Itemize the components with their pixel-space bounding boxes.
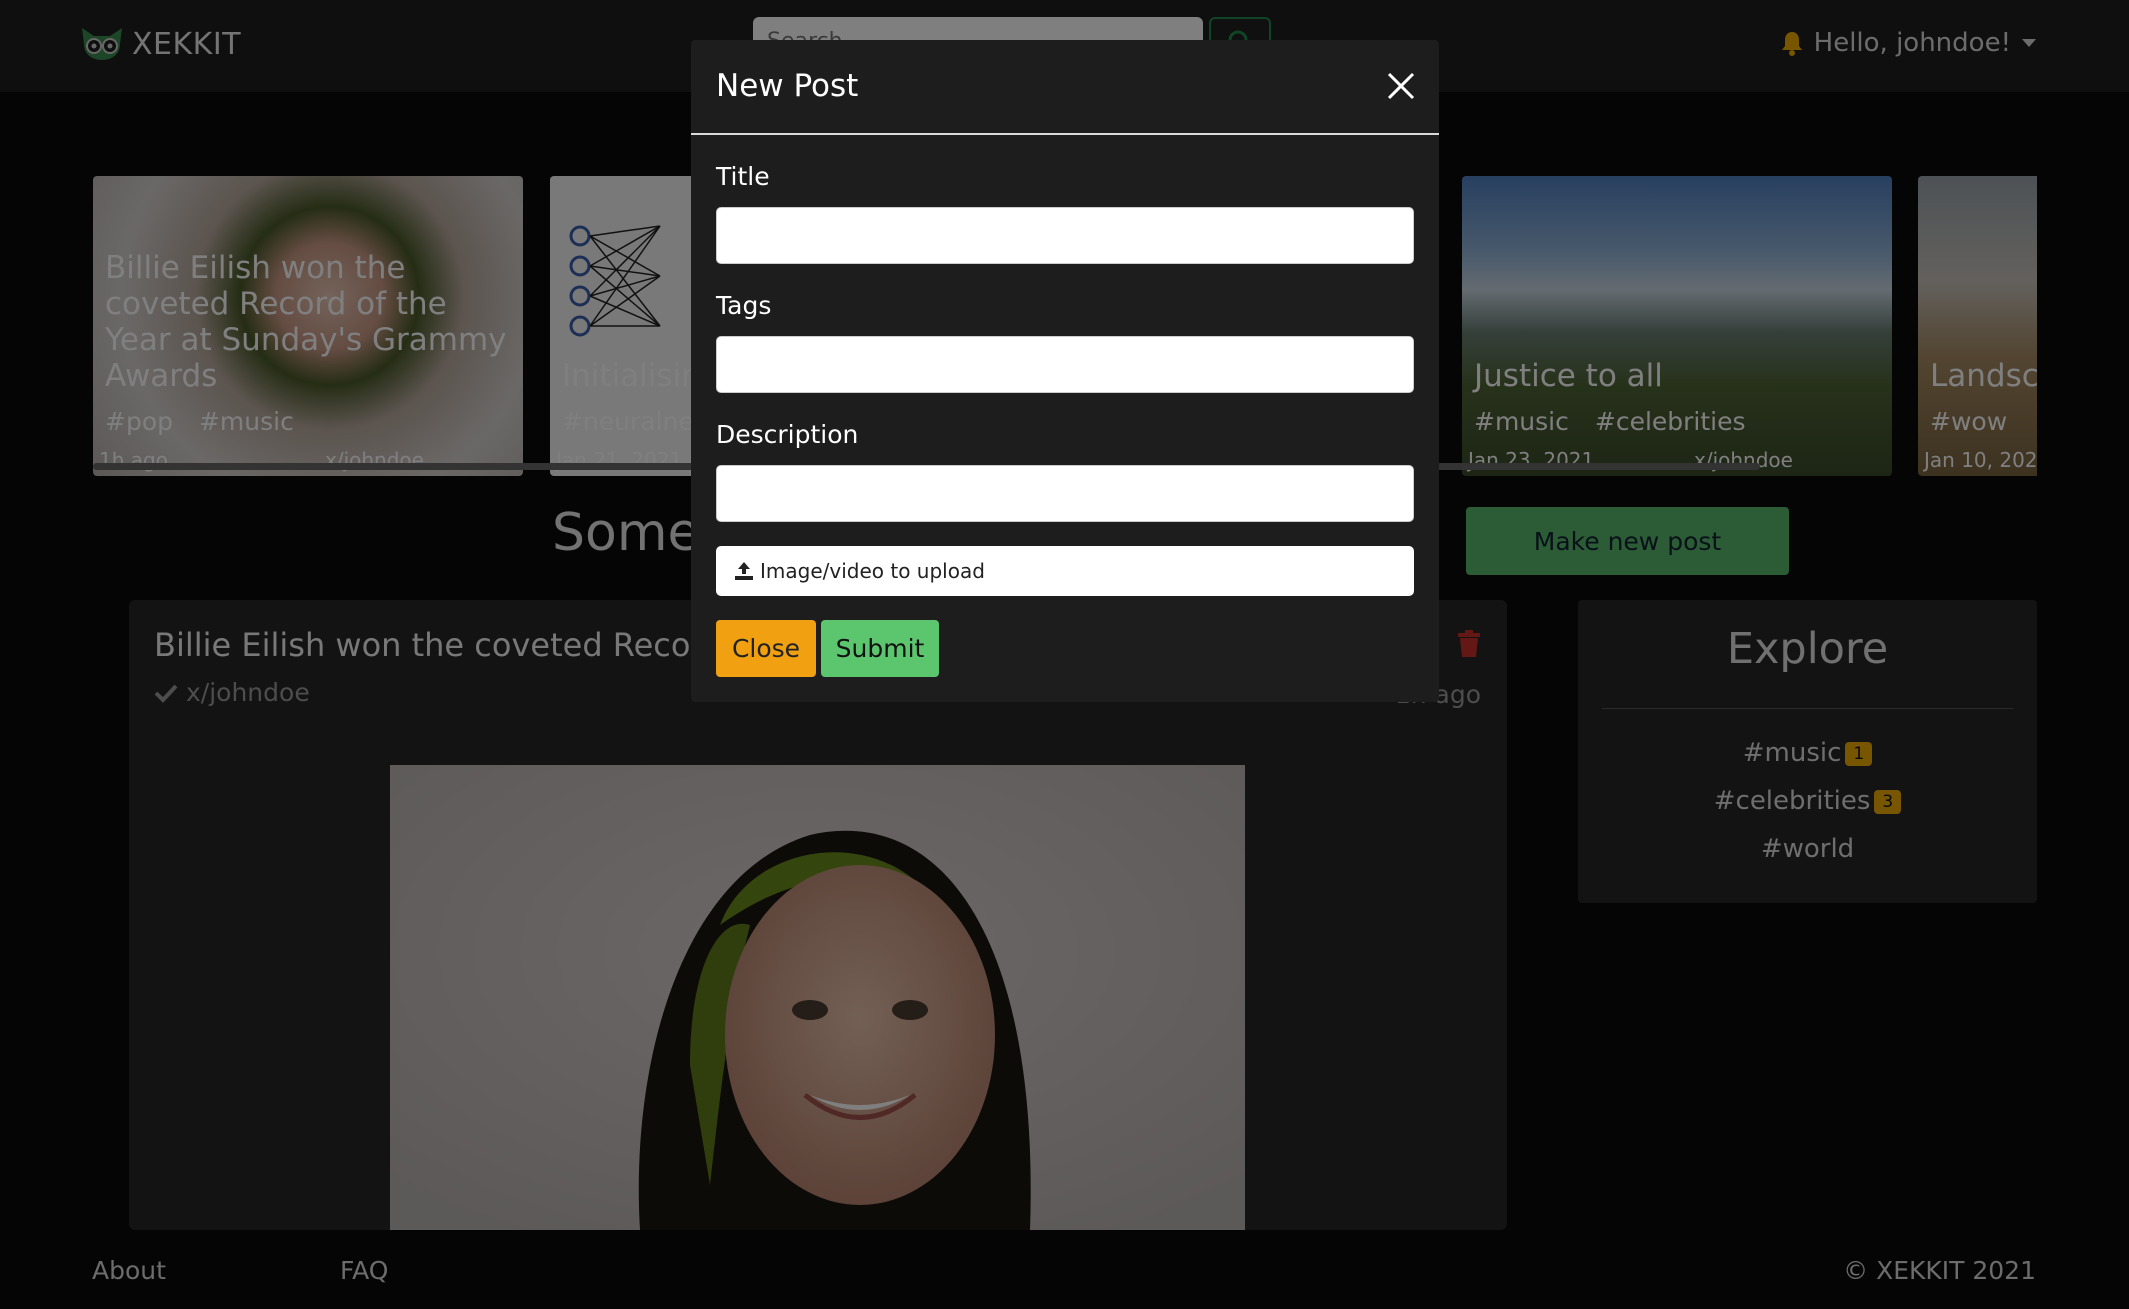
file-upload-button[interactable]: Image/video to upload [716,546,1414,596]
modal-header: New Post [691,40,1439,135]
description-label: Description [716,420,859,449]
close-icon[interactable] [1383,68,1419,104]
description-input[interactable] [716,465,1414,522]
title-input[interactable] [716,207,1414,264]
close-button[interactable]: Close [716,620,816,677]
modal-title: New Post [716,68,859,104]
title-label: Title [716,162,770,191]
submit-button[interactable]: Submit [821,620,939,677]
tags-input[interactable] [716,336,1414,393]
upload-label: Image/video to upload [760,559,985,583]
tags-label: Tags [716,291,772,320]
new-post-modal: New Post Title Tags Description Image/vi… [691,40,1439,702]
upload-icon [735,562,753,580]
